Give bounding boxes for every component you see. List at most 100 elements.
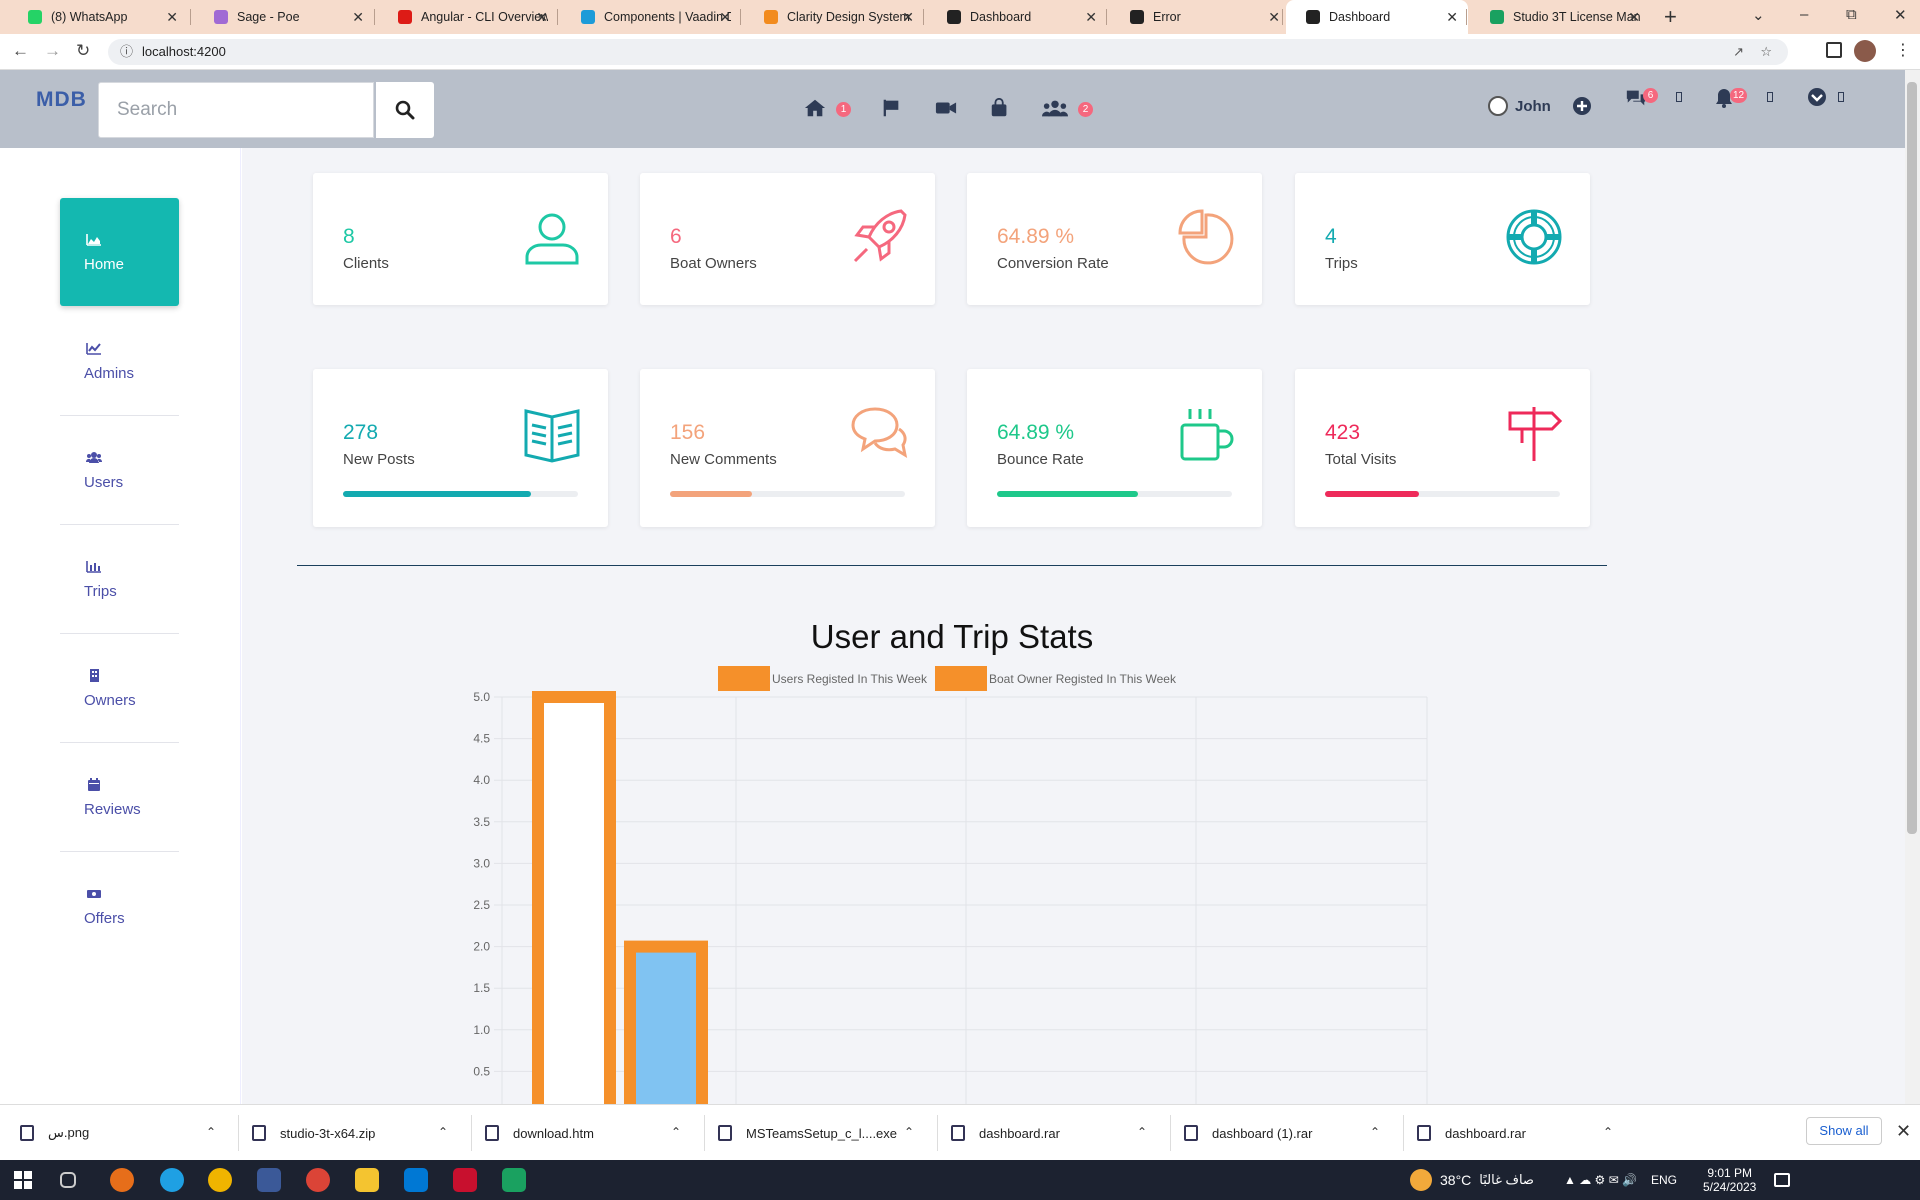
reload-icon[interactable]: ↻ bbox=[76, 41, 90, 61]
weather-icon[interactable] bbox=[1410, 1169, 1432, 1191]
bookmark-star-icon[interactable]: ☆ bbox=[1760, 39, 1772, 65]
home-badge: 1 bbox=[836, 102, 851, 117]
window-close-icon[interactable]: ✕ bbox=[1894, 6, 1907, 24]
browser-tab[interactable]: (8) WhatsApp ✕ bbox=[8, 0, 188, 34]
chrome-active-icon[interactable] bbox=[306, 1168, 330, 1192]
sidepanel-icon[interactable] bbox=[1826, 42, 1842, 58]
account-caret-icon[interactable] bbox=[1838, 92, 1844, 102]
download-item[interactable]: download.htm ⌃ bbox=[485, 1105, 705, 1161]
home-icon[interactable] bbox=[804, 98, 826, 118]
bar-1[interactable] bbox=[532, 691, 616, 1104]
tab-close-icon[interactable]: ✕ bbox=[166, 9, 178, 26]
chrome-icon[interactable] bbox=[208, 1168, 232, 1192]
chevron-up-icon[interactable]: ⌃ bbox=[1603, 1125, 1613, 1139]
stat-card-conversion-rate[interactable]: 64.89 % Conversion Rate bbox=[967, 173, 1262, 305]
tab-close-icon[interactable]: ✕ bbox=[536, 9, 548, 26]
stat-card-bounce-rate[interactable]: 64.89 % Bounce Rate bbox=[967, 369, 1262, 527]
tab-close-icon[interactable]: ✕ bbox=[1085, 9, 1097, 26]
browser-tab[interactable]: Clarity Design System ✕ bbox=[744, 0, 924, 34]
video-icon[interactable] bbox=[935, 98, 957, 118]
chevron-circle-down-icon[interactable] bbox=[1807, 87, 1827, 107]
download-item[interactable]: dashboard.rar ⌃ bbox=[951, 1105, 1171, 1161]
download-item[interactable]: studio-3t-x64.zip ⌃ bbox=[252, 1105, 472, 1161]
tab-close-icon[interactable]: ✕ bbox=[1446, 9, 1458, 26]
url-field[interactable]: ⓘ localhost:4200 ↗ ☆ bbox=[108, 39, 1788, 65]
browser-tab[interactable]: Sage - Poe ✕ bbox=[194, 0, 374, 34]
stat-card-new-comments[interactable]: 156 New Comments bbox=[640, 369, 935, 527]
sidebar-item-users[interactable]: Users bbox=[60, 416, 179, 524]
vscode-icon[interactable] bbox=[404, 1168, 428, 1192]
sidebar-item-home[interactable]: Home bbox=[60, 198, 179, 306]
facebook-icon[interactable] bbox=[257, 1168, 281, 1192]
back-icon[interactable]: ← bbox=[12, 41, 29, 61]
clock[interactable]: 9:01 PM 5/24/2023 bbox=[1703, 1166, 1756, 1194]
sidebar-item-admins[interactable]: Admins bbox=[60, 307, 179, 415]
chevron-down-icon[interactable]: ⌄ bbox=[1752, 6, 1765, 24]
browser-tab[interactable]: Error ✕ bbox=[1110, 0, 1290, 34]
studio3t-icon[interactable] bbox=[502, 1168, 526, 1192]
app-icon-1[interactable] bbox=[110, 1168, 134, 1192]
share-icon[interactable]: ↗ bbox=[1733, 39, 1744, 65]
tab-close-icon[interactable]: ✕ bbox=[719, 9, 731, 26]
forward-icon[interactable]: → bbox=[44, 41, 61, 61]
chevron-up-icon[interactable]: ⌃ bbox=[671, 1125, 681, 1139]
tray-icons[interactable]: ▲ ☁ ⚙ ✉ 🔊 bbox=[1564, 1173, 1637, 1187]
notifications-caret-icon[interactable] bbox=[1767, 92, 1773, 102]
plus-circle-icon[interactable] bbox=[1572, 96, 1592, 116]
language-indicator[interactable]: ENG bbox=[1651, 1173, 1677, 1187]
file-explorer-icon[interactable] bbox=[355, 1168, 379, 1192]
messages-caret-icon[interactable] bbox=[1676, 92, 1682, 102]
tab-close-icon[interactable]: ✕ bbox=[352, 9, 364, 26]
windows-start-icon[interactable] bbox=[14, 1171, 32, 1189]
chevron-up-icon[interactable]: ⌃ bbox=[1370, 1125, 1380, 1139]
chevron-up-icon[interactable]: ⌃ bbox=[438, 1125, 448, 1139]
shopping-bag-icon[interactable] bbox=[989, 98, 1011, 118]
minimize-icon[interactable]: – bbox=[1800, 6, 1808, 23]
user-menu[interactable]: John bbox=[1488, 96, 1551, 116]
stat-card-boat-owners[interactable]: 6 Boat Owners bbox=[640, 173, 935, 305]
download-item[interactable]: dashboard.rar ⌃ bbox=[1417, 1105, 1637, 1161]
edge-icon[interactable] bbox=[160, 1168, 184, 1192]
new-tab-icon[interactable]: + bbox=[1664, 4, 1677, 30]
flag-icon[interactable] bbox=[880, 98, 902, 118]
friends-icon[interactable] bbox=[1042, 98, 1068, 118]
tab-close-icon[interactable]: ✕ bbox=[1628, 9, 1640, 26]
stat-card-trips[interactable]: 4 Trips bbox=[1295, 173, 1590, 305]
notifications-center-icon[interactable] bbox=[1774, 1173, 1791, 1187]
search-button[interactable] bbox=[376, 82, 434, 138]
bar-2[interactable] bbox=[624, 940, 708, 1104]
sidebar-item-owners[interactable]: Owners bbox=[60, 634, 179, 742]
tab-close-icon[interactable]: ✕ bbox=[902, 9, 914, 26]
chevron-up-icon[interactable]: ⌃ bbox=[904, 1125, 914, 1139]
sidebar-item-offers[interactable]: Offers bbox=[60, 852, 179, 960]
stat-card-total-visits[interactable]: 423 Total Visits bbox=[1295, 369, 1590, 527]
browser-tab[interactable]: Studio 3T License Man ✕ bbox=[1470, 0, 1650, 34]
show-all-button[interactable]: Show all bbox=[1806, 1117, 1882, 1145]
app-logo[interactable]: MDB bbox=[36, 88, 87, 112]
task-view-icon[interactable] bbox=[60, 1172, 76, 1188]
scrollbar-thumb[interactable] bbox=[1907, 82, 1917, 834]
stat-card-new-posts[interactable]: 278 New Posts bbox=[313, 369, 608, 527]
search-input[interactable]: Search bbox=[98, 82, 374, 138]
download-filename: dashboard.rar bbox=[979, 1125, 1060, 1141]
download-item[interactable]: MSTeamsSetup_c_l....exe ⌃ bbox=[718, 1105, 938, 1161]
tab-close-icon[interactable]: ✕ bbox=[1268, 9, 1280, 26]
chevron-up-icon[interactable]: ⌃ bbox=[1137, 1125, 1147, 1139]
profile-avatar[interactable] bbox=[1854, 40, 1876, 62]
search-icon bbox=[395, 100, 415, 120]
sidebar-item-trips[interactable]: Trips bbox=[60, 525, 179, 633]
download-item[interactable]: dashboard (1).rar ⌃ bbox=[1184, 1105, 1404, 1161]
app-icon-2[interactable] bbox=[453, 1168, 477, 1192]
download-item[interactable]: س.png ⌃ bbox=[20, 1105, 240, 1161]
close-downloads-icon[interactable]: ✕ bbox=[1896, 1121, 1911, 1142]
info-icon[interactable]: ⓘ bbox=[120, 39, 133, 65]
sidebar-item-reviews[interactable]: Reviews bbox=[60, 743, 179, 851]
browser-tab[interactable]: Dashboard ✕ bbox=[927, 0, 1107, 34]
browser-tab[interactable]: Components | Vaadin D ✕ bbox=[561, 0, 741, 34]
browser-menu-icon[interactable]: ⋮ bbox=[1895, 40, 1911, 60]
stat-card-clients[interactable]: 8 Clients bbox=[313, 173, 608, 305]
chevron-up-icon[interactable]: ⌃ bbox=[206, 1125, 216, 1139]
restore-icon[interactable]: ⧉ bbox=[1846, 6, 1857, 23]
browser-tab[interactable]: Angular - CLI Overview ✕ bbox=[378, 0, 558, 34]
browser-tab[interactable]: Dashboard ✕ bbox=[1286, 0, 1468, 34]
